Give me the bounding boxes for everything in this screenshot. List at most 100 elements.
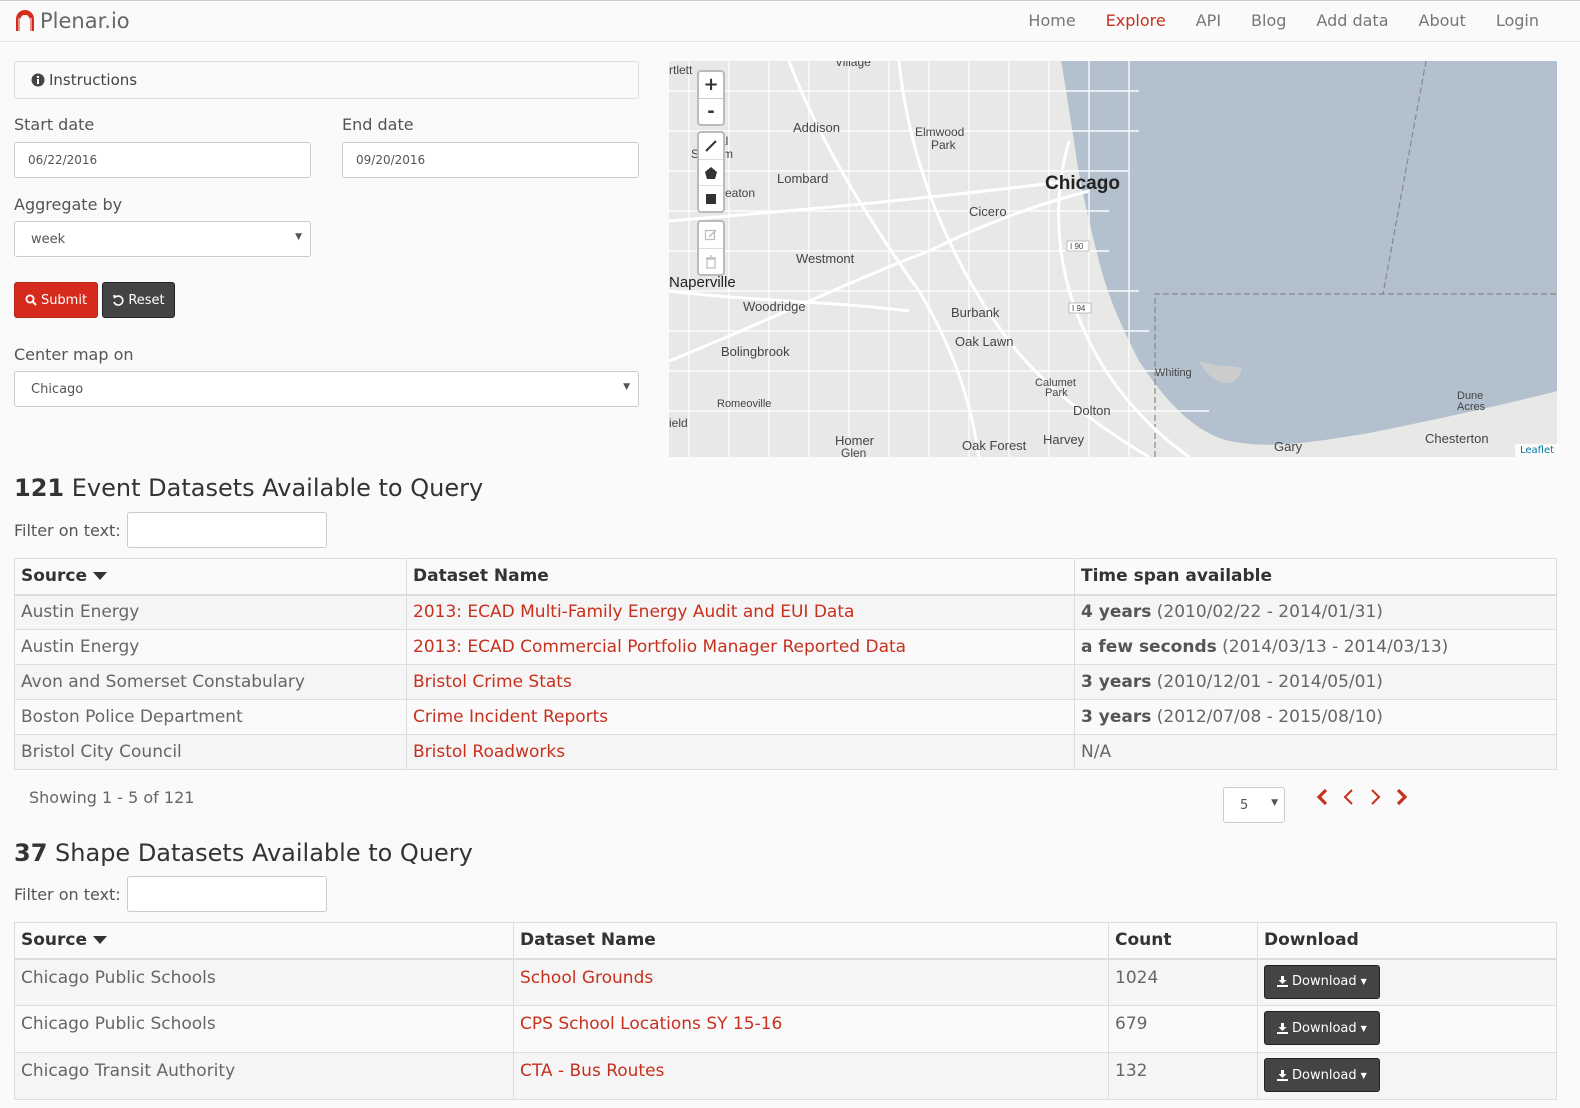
- edit-layers-button[interactable]: [699, 222, 723, 248]
- download-label: Download: [1292, 1067, 1357, 1083]
- start-date-input[interactable]: 06/22/2016: [14, 142, 311, 178]
- polygon-icon: [705, 166, 717, 179]
- svg-text:Acres: Acres: [1457, 401, 1486, 413]
- events-filter-input[interactable]: [126, 512, 327, 548]
- next-page-icon[interactable]: [1366, 787, 1384, 807]
- dataset-link[interactable]: CTA - Bus Routes: [520, 1061, 664, 1081]
- dataset-name-cell: Bristol Crime Stats: [406, 664, 1075, 700]
- brand[interactable]: Plenar.io: [14, 9, 130, 33]
- center-map-label: Center map on: [14, 345, 134, 364]
- dataset-link[interactable]: CPS School Locations SY 15-16: [520, 1014, 782, 1034]
- center-map-select[interactable]: Chicago ▼: [14, 371, 639, 407]
- caret-down-icon: ▼: [623, 382, 630, 392]
- reset-button[interactable]: Reset: [102, 282, 175, 318]
- download-cell: Download ▼: [1257, 958, 1557, 1006]
- svg-text:Elmwood: Elmwood: [915, 125, 964, 139]
- time-span-duration: 4 years: [1081, 602, 1152, 623]
- page-size-select[interactable]: 5 ▼: [1223, 787, 1285, 823]
- nav-add-data[interactable]: Add data: [1301, 11, 1403, 30]
- download-button[interactable]: Download ▼: [1264, 964, 1380, 999]
- top-navbar: Plenar.io Home Explore API Blog Add data…: [0, 0, 1580, 42]
- nav-home[interactable]: Home: [1013, 11, 1090, 30]
- caret-down-icon: ▼: [1360, 1023, 1367, 1033]
- dataset-name-cell: Crime Incident Reports: [406, 699, 1075, 735]
- svg-text:Lombard: Lombard: [777, 171, 828, 186]
- svg-text:Oak Lawn: Oak Lawn: [955, 334, 1014, 349]
- zoom-in-button[interactable]: +: [699, 72, 723, 98]
- dataset-name-cell: CPS School Locations SY 15-16: [513, 1005, 1109, 1053]
- events-count: 121: [14, 474, 65, 502]
- dataset-link[interactable]: Bristol Crime Stats: [413, 672, 572, 692]
- nav-blog[interactable]: Blog: [1236, 11, 1301, 30]
- svg-text:Cicero: Cicero: [969, 204, 1007, 219]
- svg-text:rtlett: rtlett: [669, 63, 693, 77]
- svg-text:Gary: Gary: [1274, 439, 1303, 454]
- last-page-icon[interactable]: [1392, 787, 1410, 807]
- events-heading: 121 Event Datasets Available to Query: [14, 474, 483, 502]
- source-cell: Austin Energy: [14, 629, 407, 665]
- source-header-label: Source: [21, 930, 88, 951]
- time-span-column-header[interactable]: Time span available: [1074, 558, 1557, 596]
- dataset-name-column-header[interactable]: Dataset Name: [513, 922, 1109, 960]
- dataset-link[interactable]: Crime Incident Reports: [413, 707, 608, 727]
- leaflet-attribution-link[interactable]: Leaflet: [1515, 444, 1560, 457]
- table-row: Chicago Public Schools CPS School Locati…: [14, 1005, 1557, 1053]
- svg-text:Westmont: Westmont: [796, 251, 855, 266]
- instructions-panel[interactable]: Instructions: [14, 61, 639, 99]
- zoom-control: + -: [697, 70, 725, 126]
- dataset-link[interactable]: 2013: ECAD Commercial Portfolio Manager …: [413, 637, 906, 657]
- map-tiles: Village rtlett Addison Elmwood Park al S…: [669, 61, 1557, 457]
- dataset-link[interactable]: Bristol Roadworks: [413, 742, 565, 762]
- draw-rectangle-button[interactable]: [699, 185, 723, 211]
- events-heading-text: Event Datasets Available to Query: [71, 474, 484, 502]
- download-label: Download: [1292, 1020, 1357, 1036]
- caret-down-icon: ▼: [1360, 977, 1367, 986]
- time-span-cell: 3 years (2012/07/08 - 2015/08/10): [1074, 699, 1557, 735]
- aggregate-value: week: [31, 231, 66, 247]
- dataset-link[interactable]: School Grounds: [520, 968, 653, 988]
- count-column-header[interactable]: Count: [1108, 922, 1258, 960]
- source-column-header[interactable]: Source: [14, 558, 407, 596]
- draw-polyline-button[interactable]: [699, 133, 723, 159]
- svg-text:Oak Forest: Oak Forest: [962, 438, 1027, 453]
- table-row: Austin Energy 2013: ECAD Commercial Port…: [14, 629, 1557, 665]
- source-column-header[interactable]: Source: [14, 922, 514, 960]
- dataset-name-column-header[interactable]: Dataset Name: [406, 558, 1075, 596]
- svg-text:Burbank: Burbank: [951, 305, 1000, 320]
- svg-text:Naperville: Naperville: [669, 274, 736, 291]
- shapes-filter-label: Filter on text:: [14, 884, 121, 904]
- previous-page-icon[interactable]: [1340, 787, 1358, 807]
- first-page-icon[interactable]: [1314, 787, 1332, 807]
- count-cell: 679: [1108, 1005, 1258, 1053]
- svg-text:Chicago: Chicago: [1045, 173, 1120, 194]
- table-header-row: Source Dataset Name Count Download: [14, 922, 1557, 960]
- nav-explore[interactable]: Explore: [1091, 11, 1181, 30]
- shapes-heading: 37 Shape Datasets Available to Query: [14, 839, 473, 867]
- download-column-header: Download: [1257, 922, 1557, 960]
- submit-label: Submit: [40, 292, 88, 308]
- nav-login[interactable]: Login: [1481, 11, 1554, 30]
- nav-about[interactable]: About: [1404, 11, 1481, 30]
- map-view[interactable]: Village rtlett Addison Elmwood Park al S…: [669, 61, 1557, 457]
- pagination-summary: Showing 1 - 5 of 121: [29, 788, 195, 807]
- source-cell: Bristol City Council: [14, 734, 407, 770]
- svg-text:Chesterton: Chesterton: [1425, 431, 1489, 446]
- zoom-out-button[interactable]: -: [699, 98, 723, 124]
- nav-api[interactable]: API: [1181, 11, 1236, 30]
- delete-layers-button[interactable]: [699, 248, 723, 274]
- edit-toolbar: [697, 220, 725, 276]
- download-button[interactable]: Download ▼: [1264, 1058, 1380, 1092]
- table-row: Bristol City Council Bristol Roadworks N…: [14, 734, 1557, 770]
- download-button[interactable]: Download ▼: [1264, 1011, 1380, 1045]
- info-circle-icon: [31, 73, 45, 87]
- submit-button[interactable]: Submit: [14, 282, 98, 318]
- aggregate-select[interactable]: week ▼: [14, 221, 311, 257]
- end-date-input[interactable]: 09/20/2016: [342, 142, 639, 178]
- caret-down-icon: ▼: [1360, 1070, 1367, 1080]
- dataset-link[interactable]: 2013: ECAD Multi-Family Energy Audit and…: [413, 602, 854, 622]
- shapes-filter-input[interactable]: [126, 876, 327, 912]
- svg-text:Park: Park: [1045, 387, 1068, 399]
- time-span-range: (2010/12/01 - 2014/05/01): [1156, 672, 1383, 692]
- undo-icon: [113, 295, 124, 306]
- draw-polygon-button[interactable]: [699, 159, 723, 185]
